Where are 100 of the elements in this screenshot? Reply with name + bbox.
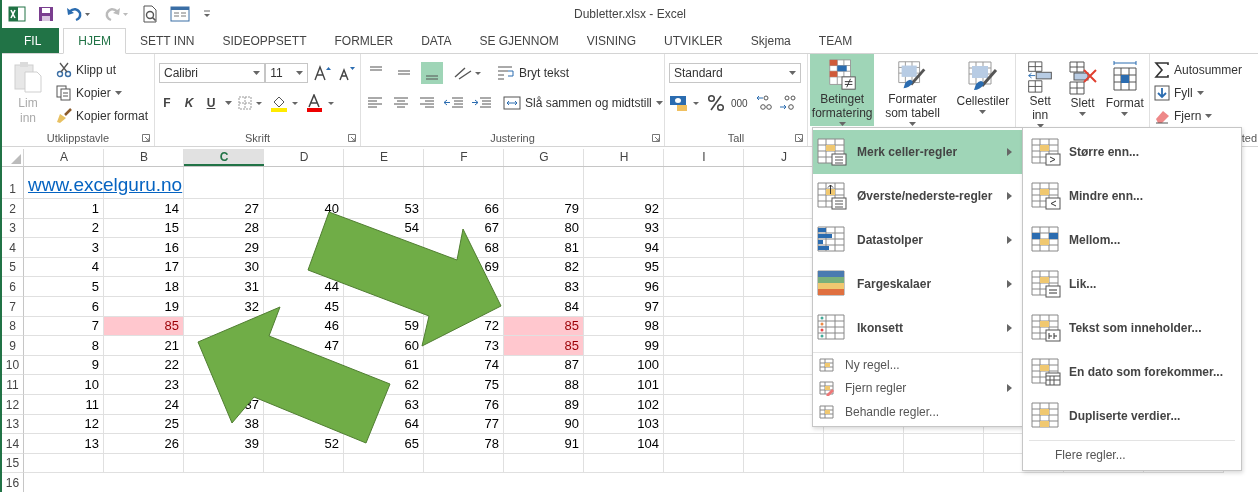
ribbon-tab[interactable]: DATA: [407, 28, 466, 53]
row-header[interactable]: 3: [2, 218, 24, 239]
merge-center-button[interactable]: Slå sammen og midtstill: [503, 93, 663, 113]
font-size-dropdown[interactable]: 11: [265, 63, 308, 83]
column-header[interactable]: G: [504, 149, 584, 166]
table-cell-text: 26: [163, 434, 180, 453]
caret-icon[interactable]: [225, 101, 232, 105]
font-style-button[interactable]: K: [181, 96, 197, 110]
undo-icon[interactable]: [66, 6, 92, 22]
row-header[interactable]: 15: [2, 453, 24, 474]
menu-item[interactable]: Mindre enn...: [1023, 174, 1241, 218]
number-format-dropdown[interactable]: Standard: [669, 63, 801, 83]
save-icon[interactable]: [38, 6, 54, 22]
menu-item[interactable]: Øverste/nederste-regler: [813, 174, 1022, 218]
ribbon-tab[interactable]: SETT INN: [126, 28, 209, 53]
align-center-icon[interactable]: [391, 95, 411, 111]
editing-button[interactable]: Fjern: [1154, 106, 1243, 126]
column-header[interactable]: E: [344, 149, 424, 166]
font-style-button[interactable]: U: [203, 96, 219, 110]
thousands-separator-button[interactable]: 000: [731, 97, 748, 109]
menu-item[interactable]: Lik...: [1023, 262, 1241, 306]
menu-item[interactable]: En dato som forekommer...: [1023, 350, 1241, 394]
menu-item[interactable]: Mellom...: [1023, 218, 1241, 262]
editing-button[interactable]: Autosummer: [1154, 60, 1243, 80]
row-header[interactable]: 13: [2, 414, 24, 435]
clipboard-button[interactable]: Kopier format: [56, 106, 149, 126]
decrease-indent-icon[interactable]: [443, 95, 465, 111]
currency-icon[interactable]: [669, 94, 701, 112]
column-header[interactable]: B: [104, 149, 184, 166]
font-name-dropdown[interactable]: Calibri: [159, 63, 266, 83]
ribbon-tab[interactable]: FIL: [2, 28, 60, 53]
hyperlink[interactable]: www.excelguru.no: [24, 167, 187, 198]
column-header[interactable]: F: [424, 149, 504, 166]
text-orientation-icon[interactable]: [453, 65, 483, 81]
increase-indent-icon[interactable]: [471, 95, 493, 111]
row-header[interactable]: 7: [2, 296, 24, 317]
dialog-launcher-icon[interactable]: [142, 134, 150, 142]
ribbon-tab[interactable]: VISNING: [572, 28, 651, 53]
clipboard-button[interactable]: Klipp ut: [56, 60, 149, 80]
dialog-launcher-icon[interactable]: [652, 134, 660, 142]
shrink-font-icon[interactable]: [338, 65, 356, 81]
menu-item[interactable]: Merk celler-regler: [813, 130, 1022, 174]
ribbon-tab[interactable]: UTVIKLER: [650, 28, 737, 53]
row-header[interactable]: 1: [2, 167, 24, 199]
row-header[interactable]: 12: [2, 394, 24, 415]
clipboard-button[interactable]: Kopier: [56, 83, 149, 103]
row-header[interactable]: 2: [2, 199, 24, 219]
ribbon-tab[interactable]: FORMLER: [320, 28, 408, 53]
form-icon[interactable]: [170, 6, 190, 22]
menu-item[interactable]: Datastolper: [813, 218, 1022, 262]
column-header[interactable]: D: [264, 149, 344, 166]
row-header[interactable]: 8: [2, 316, 24, 337]
menu-item[interactable]: Ikonsett: [813, 306, 1022, 350]
column-header[interactable]: C: [184, 149, 264, 166]
row-header[interactable]: 10: [2, 355, 24, 376]
row-header[interactable]: 16: [2, 473, 24, 492]
align-left-icon[interactable]: [365, 95, 385, 111]
customize-caret-icon[interactable]: [202, 8, 212, 20]
menu-item[interactable]: Ny regel...: [813, 352, 1022, 377]
ribbon-tab[interactable]: SIDEOPPSETT: [208, 28, 321, 53]
align-right-icon[interactable]: [417, 95, 437, 111]
percent-icon[interactable]: [707, 94, 725, 112]
font-style-button[interactable]: F: [159, 96, 175, 110]
cells-button[interactable]: Format: [1104, 56, 1145, 128]
table-cell-text: 27: [243, 199, 260, 218]
dialog-launcher-icon[interactable]: [348, 134, 356, 142]
row-header[interactable]: 11: [2, 375, 24, 395]
ribbon-tab[interactable]: SE GJENNOM: [465, 28, 573, 53]
font-color-icon[interactable]: [306, 94, 336, 112]
fill-color-icon[interactable]: [270, 94, 300, 112]
dialog-launcher-icon[interactable]: [795, 134, 803, 142]
wrap-text-icon: [497, 65, 515, 81]
row-header[interactable]: 5: [2, 257, 24, 278]
styles-button[interactable]: Cellestiler: [950, 54, 1015, 126]
menu-item[interactable]: Behandle regler...: [813, 400, 1022, 424]
row-header[interactable]: 9: [2, 336, 24, 356]
menu-item[interactable]: Fargeskalaer: [813, 262, 1022, 306]
column-header[interactable]: A: [24, 149, 104, 166]
row-header[interactable]: 14: [2, 434, 24, 454]
column-header[interactable]: I: [664, 149, 744, 166]
styles-button[interactable]: Formater som tabell: [880, 54, 945, 126]
cells-button[interactable]: Sett inn: [1020, 56, 1061, 128]
styles-button[interactable]: Betinget formatering: [810, 54, 875, 126]
wrap-text-button[interactable]: Bryt tekst: [497, 63, 569, 83]
ribbon-tab[interactable]: Skjema: [736, 28, 805, 53]
decrease-decimal-icon[interactable]: [777, 94, 796, 112]
row-header[interactable]: 4: [2, 238, 24, 258]
editing-button[interactable]: Fyll: [1154, 83, 1243, 103]
menu-item[interactable]: Tekst som inneholder...: [1023, 306, 1241, 350]
print-preview-icon[interactable]: [142, 5, 158, 23]
grow-font-icon[interactable]: [314, 65, 332, 81]
cells-button[interactable]: Slett: [1062, 56, 1103, 128]
table-cell-text: 14: [163, 199, 180, 218]
column-header[interactable]: H: [584, 149, 664, 166]
ribbon-tab[interactable]: TEAM: [804, 28, 867, 53]
menu-item[interactable]: Større enn...: [1023, 130, 1241, 174]
menu-item[interactable]: Fjern regler: [813, 376, 1022, 400]
menu-item[interactable]: Dupliserte verdier...: [1023, 394, 1241, 438]
ribbon-tab[interactable]: HJEM: [63, 28, 126, 54]
row-header[interactable]: 6: [2, 277, 24, 297]
